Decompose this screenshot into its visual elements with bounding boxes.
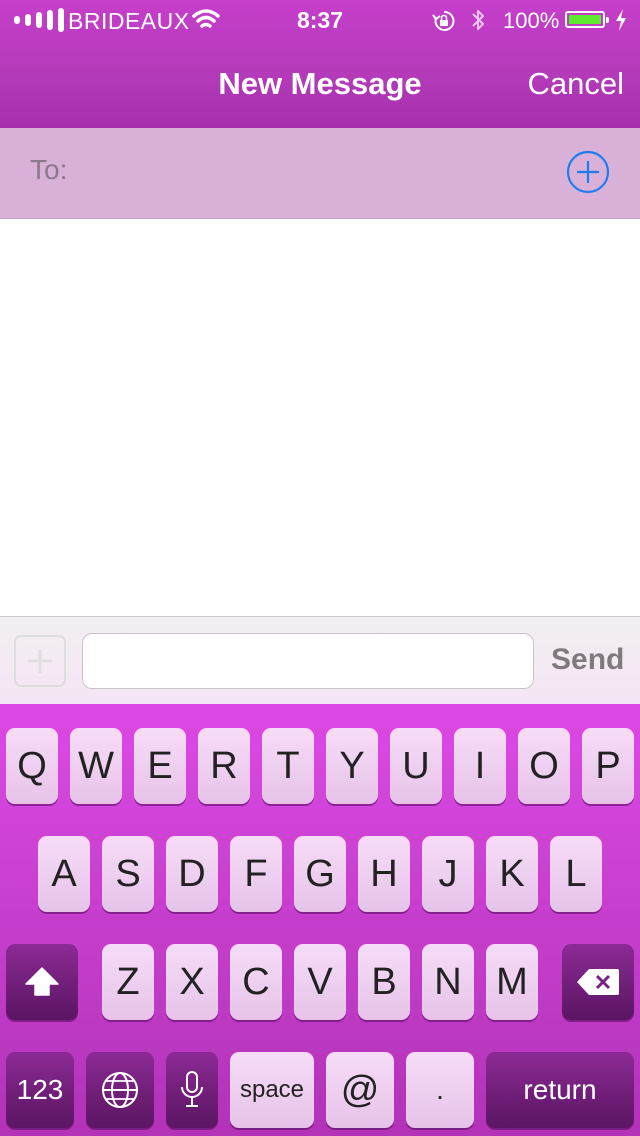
message-area (0, 219, 640, 616)
key-m[interactable]: M (486, 944, 538, 1020)
attach-button[interactable] (14, 635, 66, 687)
cancel-button[interactable]: Cancel (528, 66, 625, 102)
key-f[interactable]: F (230, 836, 282, 912)
rotation-lock-icon (432, 9, 456, 38)
space-key[interactable]: space (230, 1052, 314, 1128)
compose-bar: Send (0, 616, 640, 705)
recipient-row[interactable]: To: (0, 128, 640, 219)
key-o[interactable]: O (518, 728, 570, 804)
key-g[interactable]: G (294, 836, 346, 912)
key-l[interactable]: L (550, 836, 602, 912)
key-i[interactable]: I (454, 728, 506, 804)
to-label: To: (30, 154, 68, 185)
key-p[interactable]: P (582, 728, 634, 804)
key-w[interactable]: W (70, 728, 122, 804)
key-r[interactable]: R (198, 728, 250, 804)
battery-icon (565, 11, 609, 28)
key-q[interactable]: Q (6, 728, 58, 804)
header: BRIDEAUX 8:37 100% New Message Cancel (0, 0, 640, 128)
shift-icon (25, 967, 59, 996)
delete-key[interactable] (562, 944, 634, 1020)
battery-percent: 100% (503, 8, 560, 33)
at-key[interactable]: @ (326, 1052, 394, 1128)
add-contact-button[interactable] (566, 150, 610, 194)
shift-key[interactable] (6, 944, 78, 1020)
charging-bolt-icon (614, 9, 628, 36)
microphone-key[interactable] (166, 1052, 218, 1128)
key-d[interactable]: D (166, 836, 218, 912)
key-k[interactable]: K (486, 836, 538, 912)
period-key[interactable]: . (406, 1052, 474, 1128)
globe-key[interactable] (86, 1052, 154, 1128)
key-t[interactable]: T (262, 728, 314, 804)
key-n[interactable]: N (422, 944, 474, 1020)
globe-icon (102, 1072, 138, 1108)
key-s[interactable]: S (102, 836, 154, 912)
key-a[interactable]: A (38, 836, 90, 912)
status-bar: BRIDEAUX 8:37 100% (0, 0, 640, 40)
plus-circle-icon (566, 150, 610, 194)
microphone-icon (181, 1071, 203, 1107)
key-h[interactable]: H (358, 836, 410, 912)
return-key[interactable]: return (486, 1052, 634, 1128)
key-z[interactable]: Z (102, 944, 154, 1020)
key-e[interactable]: E (134, 728, 186, 804)
key-x[interactable]: X (166, 944, 218, 1020)
numbers-key[interactable]: 123 (6, 1052, 74, 1128)
bluetooth-icon (470, 7, 486, 38)
key-c[interactable]: C (230, 944, 282, 1020)
key-u[interactable]: U (390, 728, 442, 804)
key-v[interactable]: V (294, 944, 346, 1020)
send-button[interactable]: Send (551, 643, 624, 677)
backspace-icon (577, 969, 619, 995)
key-j[interactable]: J (422, 836, 474, 912)
keyboard: Q W E R T Y U I O P A S D F G H J K L Z … (0, 704, 640, 1136)
key-b[interactable]: B (358, 944, 410, 1020)
key-y[interactable]: Y (326, 728, 378, 804)
plus-icon (28, 649, 52, 673)
message-input[interactable] (82, 633, 534, 689)
